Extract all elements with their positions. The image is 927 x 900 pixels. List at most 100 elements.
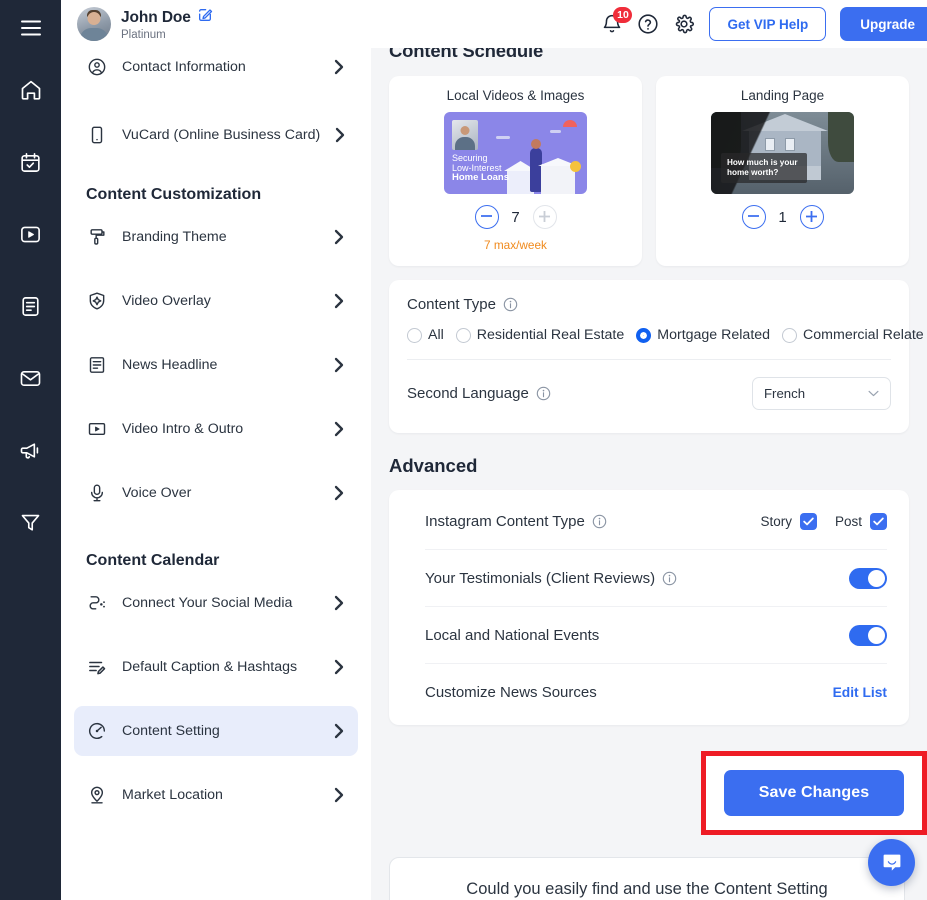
gauge-icon [86, 721, 108, 741]
settings-menu-panel: Contact Information VuCard (Online Busin… [61, 0, 371, 900]
agent-headshot [452, 120, 478, 150]
thumbnail-local-video[interactable]: Securing Low-Interest Home Loans [444, 112, 587, 194]
info-circle-icon[interactable] [662, 571, 677, 586]
hamburger-icon[interactable] [11, 8, 51, 48]
notifications-button[interactable]: 10 [601, 12, 623, 36]
sidebar-item-connect-social-media[interactable]: Connect Your Social Media [74, 578, 358, 628]
section-heading-content-calendar: Content Calendar [74, 552, 358, 570]
row-label: Local and National Events [425, 627, 599, 644]
paint-roller-icon [86, 227, 108, 247]
content-type-panel: Content Type All Residential Real Estate [389, 280, 909, 433]
advanced-row-instagram-content-type: Instagram Content Type Story [425, 493, 887, 550]
chevron-right-icon [333, 484, 346, 502]
thumb-line-3: Home Loans [452, 173, 509, 184]
toggle-local-national-events[interactable] [849, 625, 887, 646]
user-profile[interactable]: John Doe Platinum [77, 7, 213, 41]
radio-label: Residential Real Estate [477, 327, 624, 343]
edit-list-link[interactable]: Edit List [833, 685, 887, 700]
sidebar-item-news-headline[interactable]: News Headline [74, 340, 358, 390]
radio-residential-real-estate[interactable]: Residential Real Estate [456, 327, 624, 343]
chevron-right-icon [333, 420, 346, 438]
card-landing-page: Landing Page How much is your home worth… [656, 76, 909, 266]
sidebar-item-label: Video Overlay [122, 293, 319, 309]
sun-shape [563, 120, 577, 127]
sidebar-item-branding-theme[interactable]: Branding Theme [74, 212, 358, 262]
sidebar-item-label: Video Intro & Outro [122, 421, 319, 437]
home-icon[interactable] [7, 66, 55, 114]
card-local-videos-images: Local Videos & Images Securing Low-Inter… [389, 76, 642, 266]
toggle-testimonials[interactable] [849, 568, 887, 589]
decrement-button[interactable] [742, 205, 766, 229]
increment-button[interactable] [800, 205, 824, 229]
info-circle-icon[interactable] [536, 386, 551, 401]
checkbox-story[interactable]: Story [760, 513, 817, 530]
advanced-row-testimonials: Your Testimonials (Client Reviews) [425, 550, 887, 607]
edit-pencil-icon[interactable] [197, 7, 213, 28]
row-label-group: Customize News Sources [425, 684, 597, 701]
thumbnail-text: Securing Low-Interest Home Loans [452, 153, 509, 184]
save-changes-button[interactable]: Save Changes [724, 770, 904, 816]
stepper-local-videos: 7 [475, 205, 557, 229]
survey-question: Could you easily find and use the Conten… [406, 880, 888, 899]
chevron-right-icon [334, 126, 347, 144]
sidebar-item-label: VuCard (Online Business Card) [122, 127, 320, 143]
thumbnail-caption: How much is your home worth? [721, 153, 807, 183]
row-label: Your Testimonials (Client Reviews) [425, 570, 655, 587]
chevron-right-icon [333, 594, 346, 612]
mobile-card-icon [86, 125, 108, 145]
info-circle-icon[interactable] [503, 297, 518, 312]
second-language-select[interactable]: French [752, 377, 891, 410]
profile-name-row: John Doe [121, 7, 213, 28]
increment-button[interactable] [533, 205, 557, 229]
help-button[interactable] [637, 13, 659, 35]
sidebar-item-video-overlay[interactable]: Video Overlay [74, 276, 358, 326]
mail-icon[interactable] [7, 354, 55, 402]
card-title: Local Videos & Images [447, 88, 585, 103]
calendar-check-icon[interactable] [7, 138, 55, 186]
thumb-line-1: Securing [452, 153, 509, 163]
content-type-label: Content Type [407, 296, 496, 313]
row-label: Customize News Sources [425, 684, 597, 701]
document-icon[interactable] [7, 282, 55, 330]
radio-dot [407, 328, 422, 343]
sidebar-item-video-intro-outro[interactable]: Video Intro & Outro [74, 404, 358, 454]
get-vip-help-button[interactable]: Get VIP Help [709, 7, 826, 41]
coin-shape [570, 161, 581, 172]
section-heading-advanced: Advanced [389, 455, 909, 477]
radio-mortgage-related[interactable]: Mortgage Related [636, 327, 770, 343]
radio-all[interactable]: All [407, 327, 444, 343]
microphone-icon [86, 483, 108, 503]
user-name: John Doe [121, 9, 191, 27]
sidebar-item-label: Content Setting [122, 723, 319, 739]
card-title: Landing Page [741, 88, 824, 103]
checkbox-post[interactable]: Post [835, 513, 887, 530]
save-highlight-box: Save Changes [701, 751, 927, 835]
row-label-group: Instagram Content Type [425, 513, 607, 530]
sidebar-item-vucard[interactable]: VuCard (Online Business Card) [74, 110, 358, 160]
thumbnail-landing-page[interactable]: How much is your home worth? [711, 112, 854, 194]
check-icon [870, 513, 887, 530]
megaphone-icon[interactable] [7, 426, 55, 474]
map-pin-icon [86, 785, 108, 805]
radio-commercial-related[interactable]: Commercial Relate [782, 327, 924, 343]
sidebar-item-contact-information[interactable]: Contact Information [74, 42, 358, 92]
chevron-right-icon [333, 58, 346, 76]
funnel-icon[interactable] [7, 498, 55, 546]
video-play-icon[interactable] [7, 210, 55, 258]
decrement-button[interactable] [475, 205, 499, 229]
feedback-survey-card: Could you easily find and use the Conten… [389, 857, 905, 900]
chevron-right-icon [333, 292, 346, 310]
info-circle-icon[interactable] [592, 514, 607, 529]
upgrade-button[interactable]: Upgrade [840, 7, 927, 41]
chat-bubble-icon[interactable] [868, 839, 915, 886]
check-icon [800, 513, 817, 530]
chevron-right-icon [333, 786, 346, 804]
sidebar-item-market-location[interactable]: Market Location [74, 770, 358, 820]
sidebar-item-content-setting[interactable]: Content Setting [74, 706, 358, 756]
chevron-down-icon [868, 390, 879, 397]
caption-edit-icon [86, 657, 108, 677]
sidebar-item-voice-over[interactable]: Voice Over [74, 468, 358, 518]
user-tier: Platinum [121, 29, 213, 41]
sidebar-item-default-caption-hashtags[interactable]: Default Caption & Hashtags [74, 642, 358, 692]
settings-button[interactable] [673, 13, 695, 35]
